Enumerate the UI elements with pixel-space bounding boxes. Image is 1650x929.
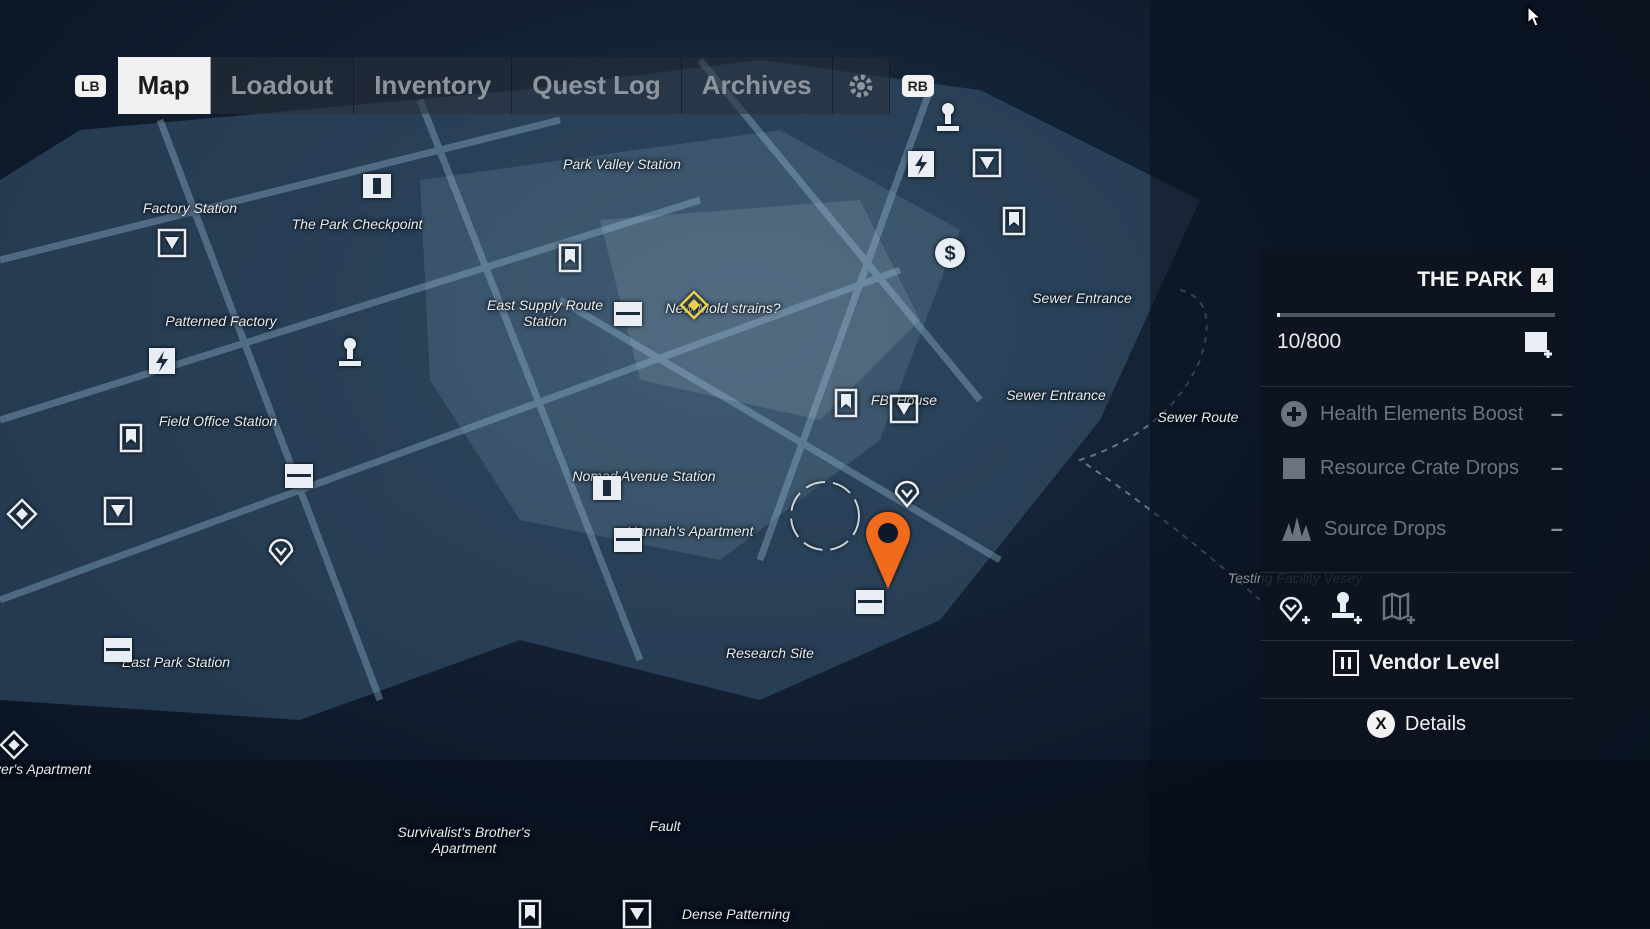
objective-icon[interactable] xyxy=(679,290,709,320)
region-progress-fill xyxy=(1277,313,1281,317)
location-label: Sewer Entrance xyxy=(1032,290,1132,306)
x-button-icon: X xyxy=(1366,710,1395,738)
details-button[interactable]: X Details xyxy=(1260,710,1573,738)
boost-value: – xyxy=(1550,401,1563,426)
tab-archives[interactable]: Archives xyxy=(681,57,833,114)
divider xyxy=(1260,386,1573,387)
crate-icon[interactable] xyxy=(612,526,644,554)
location-label: Survivalist's Brother's Apartment xyxy=(397,824,531,856)
vendor-icon[interactable] xyxy=(157,228,187,258)
divider xyxy=(1260,698,1573,699)
boost-row: Resource Crate Drops – xyxy=(1280,454,1563,482)
bookmark-icon[interactable] xyxy=(834,388,858,418)
bookmark-icon[interactable] xyxy=(518,899,542,929)
checkpoint-icon[interactable] xyxy=(361,172,393,200)
bookmark-icon[interactable] xyxy=(558,243,582,273)
vendor-level-label: Vendor Level xyxy=(1369,651,1500,674)
health-plus-icon xyxy=(1281,401,1307,427)
location-label: Dense Patterning xyxy=(681,906,791,922)
npc-icon[interactable] xyxy=(935,102,961,132)
location-label: East Supply Route Station xyxy=(487,297,603,329)
power-icon[interactable] xyxy=(907,148,935,178)
source-icon xyxy=(1282,517,1311,541)
tab-inventory[interactable]: Inventory xyxy=(354,57,513,114)
location-label: Sewer Entrance xyxy=(1006,387,1106,403)
location-label: Hannah's Apartment xyxy=(626,523,754,539)
location-label: Fault xyxy=(649,818,681,834)
boost-row: Health Elements Boost – xyxy=(1280,400,1563,428)
diamond-icon[interactable] xyxy=(6,498,38,530)
tab-quest-log[interactable]: Quest Log xyxy=(512,57,682,114)
dollar-icon[interactable]: $ xyxy=(934,237,966,269)
divider xyxy=(1260,640,1573,641)
boost-label: Health Elements Boost xyxy=(1320,403,1524,425)
waypoint-icon[interactable] xyxy=(267,536,295,566)
location-label: East Park Station xyxy=(121,654,231,670)
location-label: Patterned Factory xyxy=(165,313,277,329)
location-label: Buyer's Apartment xyxy=(0,761,92,777)
crate-add-icon[interactable] xyxy=(1522,326,1556,360)
region-progress-text: 10/800 xyxy=(1277,330,1342,353)
mouse-pointer-icon xyxy=(1527,5,1542,27)
tab-loadout[interactable]: Loadout xyxy=(210,57,355,114)
bookmark-icon[interactable] xyxy=(1002,206,1026,236)
svg-text:$: $ xyxy=(944,243,955,265)
rb-button[interactable]: RB xyxy=(901,74,934,97)
boost-value: – xyxy=(1550,516,1563,541)
region-tier-badge: 4 xyxy=(1531,268,1553,292)
boost-row: Source Drops – xyxy=(1280,515,1563,543)
waypoint-icon[interactable] xyxy=(893,478,921,508)
boost-label: Resource Crate Drops xyxy=(1320,457,1519,479)
lb-button[interactable]: LB xyxy=(75,74,106,97)
add-npc-icon[interactable] xyxy=(1329,590,1365,626)
checkpoint-icon[interactable] xyxy=(591,474,623,502)
boost-value: – xyxy=(1550,455,1563,480)
add-map-icon[interactable] xyxy=(1381,590,1417,626)
details-label: Details xyxy=(1404,712,1467,735)
player-marker-icon xyxy=(866,511,910,589)
crate-icon[interactable] xyxy=(612,300,644,328)
location-label: Research Site xyxy=(726,645,814,661)
bookmark-icon[interactable] xyxy=(119,423,143,453)
location-label: Factory Station xyxy=(142,200,238,216)
diamond-icon[interactable] xyxy=(0,730,29,760)
vendor-icon[interactable] xyxy=(972,148,1002,178)
add-waypoint-icon[interactable] xyxy=(1277,590,1313,626)
marker-tools xyxy=(1277,590,1417,626)
tab-map[interactable]: Map xyxy=(117,57,211,114)
region-progress-bar xyxy=(1277,313,1555,317)
top-navigation: LB Map Loadout Inventory Quest Log Archi… xyxy=(75,57,934,114)
vendor-icon[interactable] xyxy=(622,899,652,929)
pause-icon xyxy=(1333,650,1360,676)
vendor-icon[interactable] xyxy=(103,496,133,526)
map-cursor-ring-icon xyxy=(790,481,860,551)
crate-icon xyxy=(1283,458,1305,479)
crate-icon[interactable] xyxy=(854,588,886,616)
gear-icon xyxy=(849,74,873,97)
region-title: THE PARK 4 xyxy=(1417,268,1553,292)
region-name: THE PARK xyxy=(1417,268,1523,291)
boost-label: Source Drops xyxy=(1324,518,1447,540)
location-label: The Park Checkpoint xyxy=(291,216,423,232)
divider xyxy=(1260,572,1573,573)
location-label: Field Office Station xyxy=(158,413,278,429)
npc-icon[interactable] xyxy=(337,337,363,367)
vendor-icon[interactable] xyxy=(889,394,919,424)
settings-tab[interactable] xyxy=(832,57,890,114)
vendor-level[interactable]: Vendor Level xyxy=(1260,650,1573,676)
region-panel: THE PARK 4 10/800 Health Elements Boost … xyxy=(1260,250,1573,760)
power-icon[interactable] xyxy=(148,345,176,375)
crate-icon[interactable] xyxy=(102,636,134,664)
location-label: Sewer Route xyxy=(1157,409,1239,425)
crate-icon[interactable] xyxy=(283,462,315,490)
location-label: Park Valley Station xyxy=(563,156,681,172)
